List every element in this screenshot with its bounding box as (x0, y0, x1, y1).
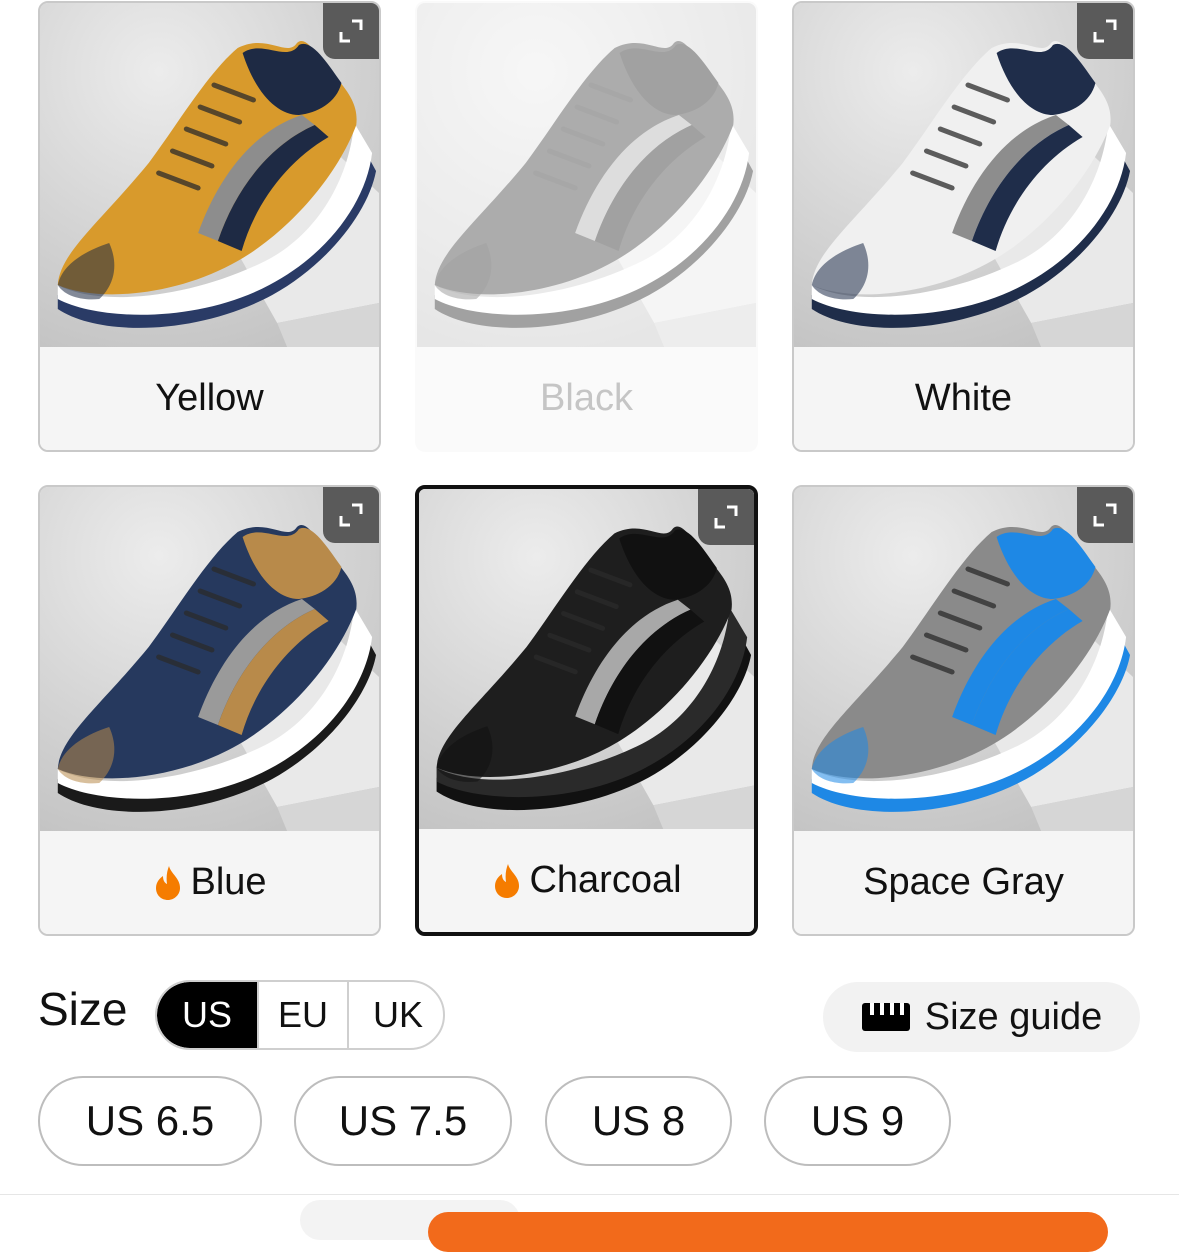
variant-label: Blue (40, 831, 379, 934)
variant-card-blue[interactable]: Blue (38, 485, 381, 936)
unit-uk[interactable]: UK (347, 982, 443, 1048)
size-option[interactable]: US 7.5 (294, 1076, 512, 1166)
fire-icon (156, 865, 181, 900)
variant-label: Black (417, 347, 756, 450)
size-unit-toggle[interactable]: US EU UK (155, 980, 445, 1050)
size-option[interactable]: US 8 (545, 1076, 732, 1166)
variant-label: Charcoal (419, 829, 754, 932)
variant-card-white[interactable]: White (792, 1, 1135, 452)
ruler-icon (861, 1003, 910, 1031)
shoe-illustration (434, 41, 756, 347)
add-to-cart-button[interactable] (428, 1212, 1108, 1252)
variant-label: White (794, 347, 1133, 450)
expand-icon[interactable] (323, 3, 379, 59)
variant-card-black[interactable]: Black (415, 1, 758, 452)
unit-us[interactable]: US (157, 982, 257, 1048)
expand-icon[interactable] (1077, 3, 1133, 59)
variant-card-space-gray[interactable]: Space Gray (792, 485, 1135, 936)
variant-card-yellow[interactable]: Yellow (38, 1, 381, 452)
size-guide-button[interactable]: Size guide (823, 982, 1140, 1052)
expand-icon[interactable] (1077, 487, 1133, 543)
size-guide-label: Size guide (924, 995, 1103, 1038)
size-title: Size (38, 983, 128, 1035)
variant-card-charcoal[interactable]: Charcoal (415, 485, 758, 936)
size-option[interactable]: US 6.5 (38, 1076, 262, 1166)
expand-icon[interactable] (698, 489, 754, 545)
divider (0, 1194, 1179, 1195)
unit-eu[interactable]: EU (257, 982, 347, 1048)
variant-label: Space Gray (794, 831, 1133, 934)
expand-icon[interactable] (323, 487, 379, 543)
fire-icon (495, 863, 520, 898)
product-image (417, 3, 756, 347)
variant-label: Yellow (40, 347, 379, 450)
size-option[interactable]: US 9 (764, 1076, 951, 1166)
